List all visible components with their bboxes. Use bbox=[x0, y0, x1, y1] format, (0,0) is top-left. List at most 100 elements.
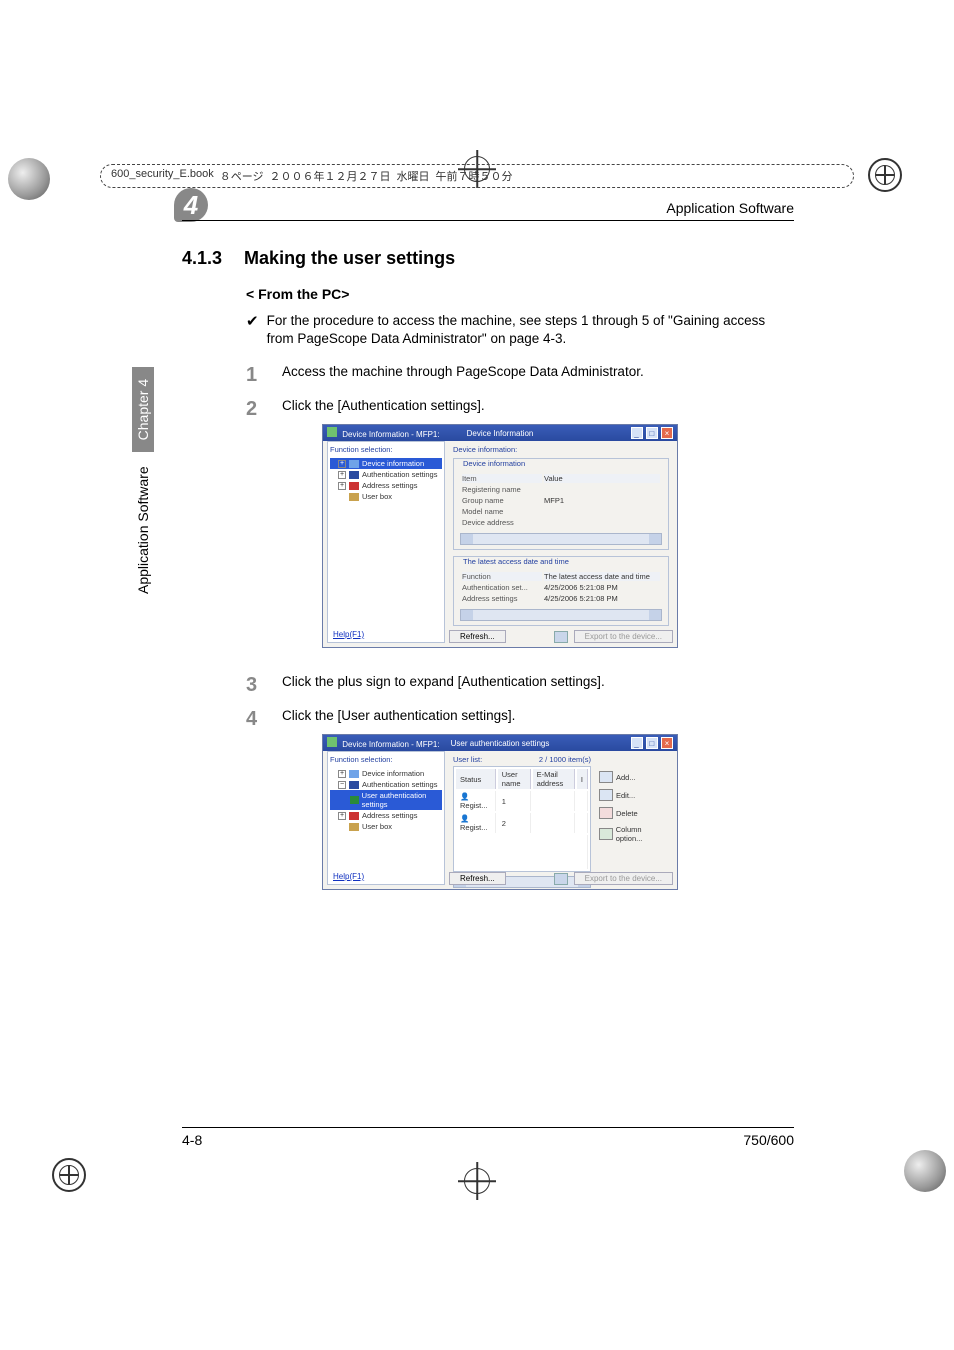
help-link[interactable]: Help(F1) bbox=[333, 630, 364, 639]
column-icon bbox=[599, 828, 613, 840]
edit-icon bbox=[599, 789, 613, 801]
expand-icon[interactable]: + bbox=[338, 770, 346, 778]
groupbox-title: Device information bbox=[460, 459, 528, 468]
page-header: Application Software bbox=[182, 200, 794, 221]
right-panel-label: Device information: bbox=[453, 445, 669, 454]
column-option-button[interactable]: Column option... bbox=[599, 825, 669, 843]
crop-orb-top-left bbox=[8, 158, 50, 200]
window-title-left: Device Information - MFP1: bbox=[342, 430, 439, 439]
delete-button[interactable]: Delete bbox=[599, 807, 669, 819]
refresh-button[interactable]: Refresh... bbox=[449, 872, 506, 885]
row-label: Device address bbox=[462, 518, 542, 527]
window-title-left: Device Information - MFP1: bbox=[342, 740, 439, 749]
device-info-table: ItemValue Registering name Group nameMFP… bbox=[460, 472, 662, 529]
collapse-icon[interactable]: − bbox=[338, 781, 346, 789]
file-name: 600_security_E.book bbox=[111, 168, 214, 184]
export-button[interactable]: Export to the device... bbox=[574, 872, 673, 885]
left-panel-label: Function selection: bbox=[330, 755, 442, 764]
page-frame: 4 Application Software 4.1.3 Making the … bbox=[100, 188, 854, 1162]
source-file-bar: 600_security_E.book ８ページ ２００６年１２月２７日 水曜日… bbox=[100, 164, 854, 188]
window-titlebar: Device Information - MFP1: Device Inform… bbox=[323, 425, 677, 441]
help-link[interactable]: Help(F1) bbox=[333, 872, 364, 881]
footer-model: 750/600 bbox=[743, 1132, 794, 1148]
col-username[interactable]: User name bbox=[498, 769, 531, 789]
tree-user-box[interactable]: User box bbox=[330, 491, 442, 502]
bottom-button-row: Refresh... Export to the device... bbox=[449, 630, 673, 643]
row-label: Address settings bbox=[462, 594, 542, 603]
page-footer: 4-8 750/600 bbox=[182, 1127, 794, 1148]
tree-label: Authentication settings bbox=[362, 470, 437, 479]
groupbox-access-time: The latest access date and time Function… bbox=[453, 556, 669, 626]
row-value: MFP1 bbox=[544, 496, 660, 505]
crop-ring-top-right bbox=[868, 158, 902, 192]
app-icon bbox=[327, 427, 337, 437]
export-icon bbox=[554, 873, 568, 885]
expand-icon[interactable]: + bbox=[338, 471, 346, 479]
left-panel-label: Function selection: bbox=[330, 445, 442, 454]
tree-address-settings[interactable]: + Address settings bbox=[330, 810, 442, 821]
table-row[interactable]: 👤 Regist... 2 bbox=[456, 813, 588, 833]
side-tab-text: Application Software bbox=[135, 466, 151, 594]
step-number-2: 2 bbox=[246, 398, 264, 421]
row-value: 4/25/2006 5:21:08 PM bbox=[544, 594, 660, 603]
cell-username: 2 bbox=[498, 813, 531, 833]
col-status[interactable]: Status bbox=[456, 769, 496, 789]
row-value: 4/25/2006 5:21:08 PM bbox=[544, 583, 660, 592]
access-time-table: FunctionThe latest access date and time … bbox=[460, 570, 662, 605]
close-button[interactable]: × bbox=[661, 737, 673, 749]
userlist-count: 2 / 1000 item(s) bbox=[539, 755, 591, 764]
expand-icon[interactable]: + bbox=[338, 460, 346, 468]
close-button[interactable]: × bbox=[661, 427, 673, 439]
tree-auth-settings[interactable]: − Authentication settings bbox=[330, 779, 442, 790]
app-icon bbox=[327, 737, 337, 747]
edit-button[interactable]: Edit... bbox=[599, 789, 669, 801]
col-function: Function bbox=[462, 572, 542, 581]
col-email[interactable]: E-Mail address bbox=[533, 769, 575, 789]
add-button[interactable]: Add... bbox=[599, 771, 669, 783]
tree-auth-settings[interactable]: + Authentication settings bbox=[330, 469, 442, 480]
minimize-button[interactable]: _ bbox=[631, 427, 643, 439]
right-panel: Device information: Device information I… bbox=[449, 441, 673, 643]
expand-icon[interactable]: + bbox=[338, 482, 346, 490]
maximize-button[interactable]: □ bbox=[646, 737, 658, 749]
refresh-button[interactable]: Refresh... bbox=[449, 630, 506, 643]
side-tab: Application Software Chapter 4 bbox=[132, 367, 154, 594]
export-icon bbox=[554, 631, 568, 643]
col-extra[interactable]: I bbox=[577, 769, 588, 789]
row-label: Group name bbox=[462, 496, 542, 505]
screenshot-device-info: Device Information - MFP1: Device Inform… bbox=[322, 424, 678, 648]
step-1-text: Access the machine through PageScope Dat… bbox=[282, 364, 644, 387]
row-label: Model name bbox=[462, 507, 542, 516]
tree-label: User box bbox=[362, 822, 392, 831]
tree-device-information[interactable]: + Device information bbox=[330, 768, 442, 779]
side-tab-chapter: Chapter 4 bbox=[132, 367, 154, 452]
address-icon bbox=[349, 482, 359, 490]
step-number-3: 3 bbox=[246, 674, 264, 697]
crop-target-bottom bbox=[464, 1168, 490, 1194]
row-label: Registering name bbox=[462, 485, 542, 494]
horizontal-scrollbar[interactable] bbox=[460, 609, 662, 621]
horizontal-scrollbar[interactable] bbox=[460, 533, 662, 545]
export-button[interactable]: Export to the device... bbox=[574, 630, 673, 643]
section-title: Making the user settings bbox=[244, 248, 455, 269]
auth-icon bbox=[349, 471, 359, 479]
header-title: Application Software bbox=[666, 200, 794, 216]
step-number-4: 4 bbox=[246, 708, 264, 731]
step-2-text: Click the [Authentication settings]. bbox=[282, 398, 485, 421]
maximize-button[interactable]: □ bbox=[646, 427, 658, 439]
tree-user-auth-settings[interactable]: User authentication settings bbox=[330, 790, 442, 810]
table-row[interactable]: 👤 Regist... 1 bbox=[456, 791, 588, 811]
tree-address-settings[interactable]: + Address settings bbox=[330, 480, 442, 491]
check-icon: ✔ bbox=[246, 312, 259, 348]
tree-device-information[interactable]: + Device information bbox=[330, 458, 442, 469]
crop-ring-bottom-left bbox=[52, 1158, 86, 1192]
file-weekday: 水曜日 bbox=[397, 168, 430, 184]
right-panel: User list: 2 / 1000 item(s) Status User … bbox=[449, 751, 673, 885]
device-icon bbox=[349, 770, 359, 778]
sub-heading: < From the PC> bbox=[246, 286, 349, 302]
expand-icon[interactable]: + bbox=[338, 812, 346, 820]
tree-user-box[interactable]: User box bbox=[330, 821, 442, 832]
tree-label: Address settings bbox=[362, 481, 417, 490]
col-item: Item bbox=[462, 474, 542, 483]
minimize-button[interactable]: _ bbox=[631, 737, 643, 749]
